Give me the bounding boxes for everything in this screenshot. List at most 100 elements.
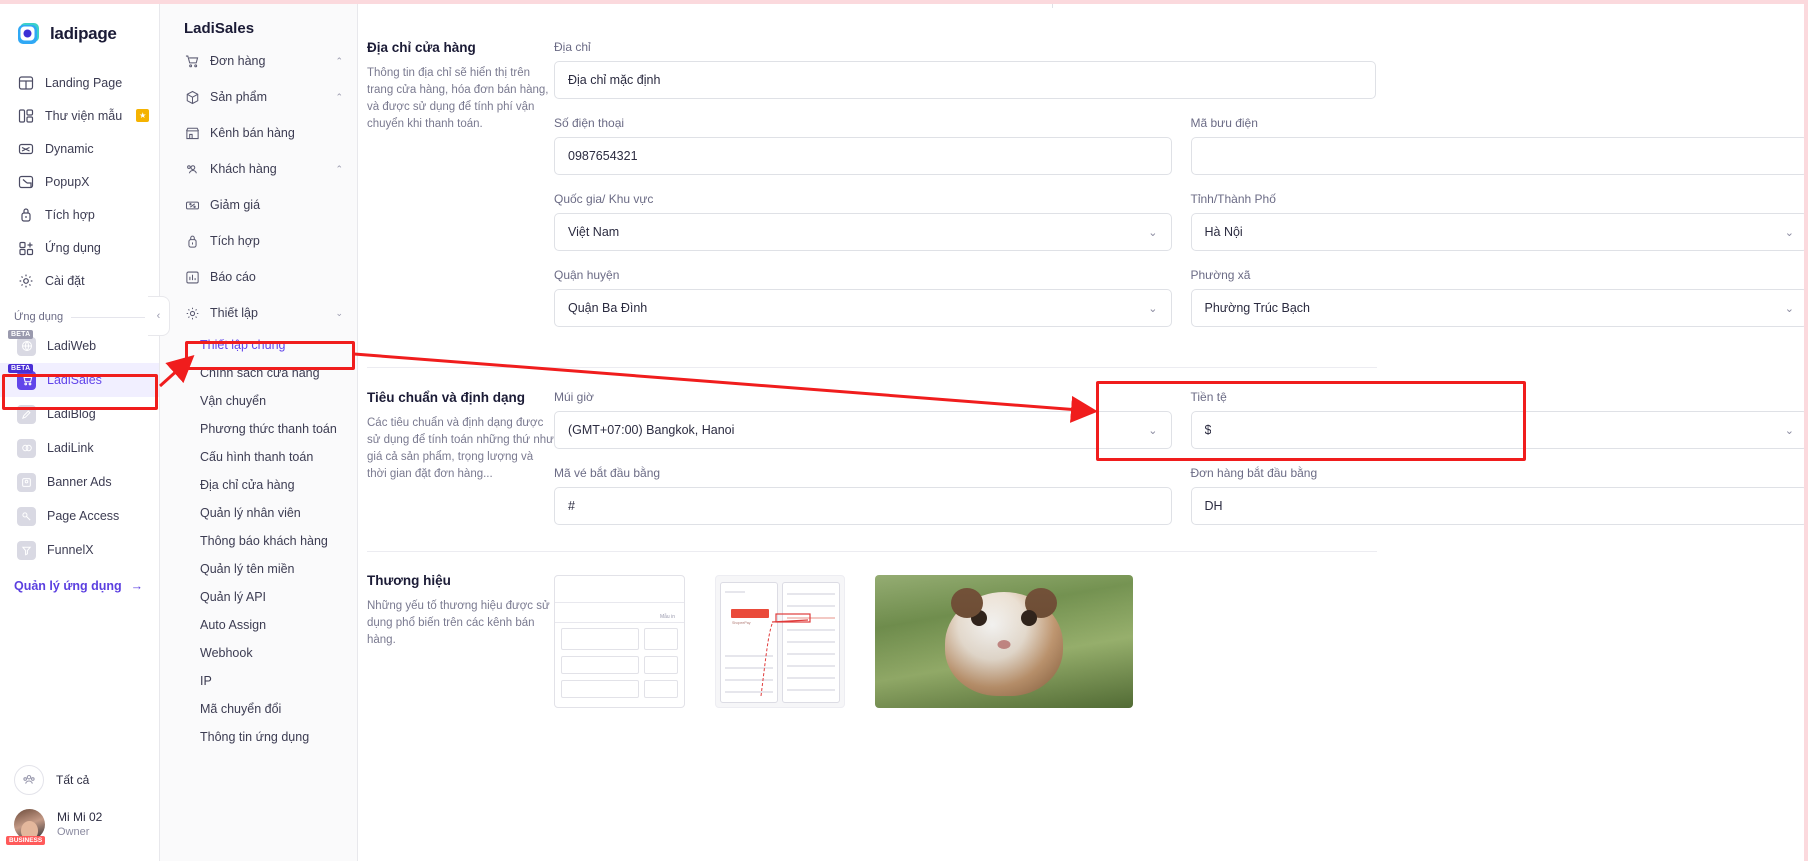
sidebar-item-ma-chuyen-doi[interactable]: Mã chuyển đổi	[160, 695, 357, 723]
app-item-ladiblog[interactable]: LadiBlog	[0, 397, 159, 431]
brand-section: Thương hiệu Những yếu tố thương hiệu đượ…	[358, 552, 1808, 708]
app-item-page-access[interactable]: Page Access	[0, 499, 159, 533]
sidebar-item-van-chuyen[interactable]: Vận chuyển	[160, 387, 357, 415]
sidebar-item-landing-page[interactable]: Landing Page	[0, 66, 159, 99]
province-label: Tỉnh/Thành Phố	[1190, 192, 1276, 206]
brand-thumbnail-photo[interactable]	[875, 575, 1133, 708]
nav-group-integration[interactable]: Tích hợp	[160, 223, 357, 259]
plug-icon	[17, 206, 34, 223]
country-select[interactable]: Việt Nam ⌄	[554, 213, 1172, 251]
nav-group-orders[interactable]: Đơn hàng ⌃	[160, 43, 357, 79]
timezone-label: Múi giờ	[554, 390, 594, 404]
sidebar-item-thiet-lap-chung[interactable]: Thiết lập chung	[160, 331, 357, 359]
app-item-funnelx[interactable]: FunnelX	[0, 533, 159, 567]
order-prefix-input[interactable]: DH	[1190, 487, 1808, 525]
browser-edge-right	[1804, 0, 1808, 861]
brand-logo-area[interactable]: ladipage	[0, 14, 159, 50]
brand-info: Thương hiệu Những yếu tố thương hiệu đượ…	[358, 573, 554, 708]
ticket-prefix-label: Mã vé bắt đầu bằng	[554, 466, 661, 480]
section-title: Địa chỉ cửa hàng	[367, 40, 476, 55]
subnav-title: LadiSales	[184, 20, 255, 37]
sidebar-item-thong-tin-ung-dung[interactable]: Thông tin ứng dụng	[160, 723, 357, 751]
nav-group-discount[interactable]: Giảm giá	[160, 187, 357, 223]
chevron-up-icon: ⌃	[335, 91, 343, 102]
app-item-ladisales[interactable]: BETA LadiSales	[0, 363, 159, 397]
sidebar-item-label: Thư viện mẫu	[45, 108, 123, 123]
nav-group-sales-channels[interactable]: Kênh bán hàng	[160, 115, 357, 151]
sidebar-item-phuong-thuc-thanh-toan[interactable]: Phương thức thanh toán	[160, 415, 357, 443]
sidebar-item-label: Ứng dụng	[45, 240, 101, 255]
sidebar-item-dia-chi-cua-hang[interactable]: Địa chỉ cửa hàng	[160, 471, 357, 499]
brand-thumbnail-shopeepay[interactable]: ShopeePay	[715, 575, 845, 708]
beta-badge: BETA	[8, 330, 34, 339]
primary-sidebar: ladipage Landing Page Thư viện mẫu ★ Dyn…	[0, 0, 170, 861]
phone-input[interactable]: 0987654321	[554, 137, 1172, 175]
sidebar-item-integration[interactable]: Tích hợp	[0, 198, 159, 231]
nav-group-customers[interactable]: Khách hàng ⌃	[160, 151, 357, 187]
sidebar-item-label: Cài đặt	[45, 273, 85, 288]
ticket-prefix-input[interactable]: #	[554, 487, 1172, 525]
sidebar-item-cau-hinh-thanh-toan[interactable]: Cấu hình thanh toán	[160, 443, 357, 471]
postal-input[interactable]	[1190, 137, 1808, 175]
section-title: Tiêu chuẩn và định dạng	[367, 390, 526, 405]
sidebar-item-quan-ly-ten-mien[interactable]: Quản lý tên miền	[160, 555, 357, 583]
arrow-right-icon: →	[130, 579, 144, 593]
app-item-label: LadiBlog	[47, 407, 96, 421]
apps-section-header: Ứng dụng	[0, 311, 159, 323]
chevron-down-icon: ⌄	[1784, 302, 1794, 315]
discount-icon	[184, 198, 200, 213]
nav-group-settings[interactable]: Thiết lập ⌄	[160, 295, 357, 331]
chevron-down-icon: ⌄	[335, 307, 343, 318]
gear-icon	[184, 306, 200, 321]
sidebar-item-ip[interactable]: IP	[160, 667, 357, 695]
nav-group-reports[interactable]: Báo cáo	[160, 259, 357, 295]
currency-select[interactable]: $ ⌄	[1190, 411, 1808, 449]
district-select[interactable]: Quận Ba Đình ⌄	[554, 289, 1172, 327]
sidebar-item-popupx[interactable]: PopupX	[0, 165, 159, 198]
sidebar-item-chinh-sach-cua-hang[interactable]: Chính sách cửa hàng	[160, 359, 357, 387]
sidebar-item-dynamic[interactable]: Dynamic	[0, 132, 159, 165]
brand-thumbnail-invoice[interactable]: Mẫu in	[554, 575, 685, 708]
primary-nav: Landing Page Thư viện mẫu ★ Dynamic Popu…	[0, 66, 159, 297]
chevron-up-icon: ⌃	[335, 163, 343, 174]
gear-icon	[17, 272, 34, 289]
prefix-row: Mã vé bắt đầu bằng # Đơn hàng bắt đầu bằ…	[554, 466, 1808, 525]
user-profile-row[interactable]: BUSINESS Mi Mi 02 Owner	[0, 801, 160, 847]
address-value: Địa chỉ mặc định	[568, 73, 661, 87]
beta-badge: BETA	[8, 364, 34, 373]
sidebar-item-webhook[interactable]: Webhook	[160, 639, 357, 667]
link-icon	[17, 438, 36, 458]
app-item-label: FunnelX	[47, 543, 94, 557]
sidebar-collapse-button[interactable]: ‹	[148, 296, 170, 336]
sidebar-item-quan-ly-api[interactable]: Quản lý API	[160, 583, 357, 611]
order-prefix-value: DH	[1204, 499, 1223, 513]
sidebar-item-template-library[interactable]: Thư viện mẫu ★	[0, 99, 159, 132]
all-label: Tất cả	[56, 772, 90, 787]
shuffle-icon	[17, 140, 34, 157]
address-row: Địa chỉ Địa chỉ mặc định	[554, 40, 1808, 99]
sidebar-item-apps[interactable]: Ứng dụng	[0, 231, 159, 264]
store-address-info: Địa chỉ cửa hàng Thông tin địa chỉ sẽ hi…	[358, 40, 554, 344]
nav-group-products[interactable]: Sản phẩm ⌃	[160, 79, 357, 115]
manage-apps-label: Quản lý ứng dụng	[14, 579, 122, 593]
customers-icon	[184, 162, 200, 177]
app-item-ladiweb[interactable]: BETA LadiWeb	[0, 329, 159, 363]
star-badge-icon: ★	[136, 109, 150, 122]
app-item-banner-ads[interactable]: Banner Ads	[0, 465, 159, 499]
manage-apps-link[interactable]: Quản lý ứng dụng →	[0, 579, 159, 593]
timezone-select[interactable]: (GMT+07:00) Bangkok, Hanoi ⌄	[554, 411, 1172, 449]
sidebar-item-settings[interactable]: Cài đặt	[0, 264, 159, 297]
layout-icon	[17, 74, 34, 91]
sidebar-item-quan-ly-nhan-vien[interactable]: Quản lý nhân viên	[160, 499, 357, 527]
district-label: Quận huyện	[554, 268, 620, 282]
all-workspaces-row[interactable]: Tất cả	[0, 759, 160, 801]
address-input[interactable]: Địa chỉ mặc định	[554, 61, 1376, 99]
province-select[interactable]: Hà Nội ⌄	[1190, 213, 1808, 251]
sidebar-item-auto-assign[interactable]: Auto Assign	[160, 611, 357, 639]
app-item-ladilink[interactable]: LadiLink	[0, 431, 159, 465]
report-icon	[184, 270, 200, 285]
ward-select[interactable]: Phường Trúc Bạch ⌄	[1190, 289, 1808, 327]
sidebar-item-thong-bao-khach-hang[interactable]: Thông báo khách hàng	[160, 527, 357, 555]
postal-label: Mã bưu điện	[1190, 116, 1258, 130]
nav-group-label: Giảm giá	[210, 198, 261, 212]
